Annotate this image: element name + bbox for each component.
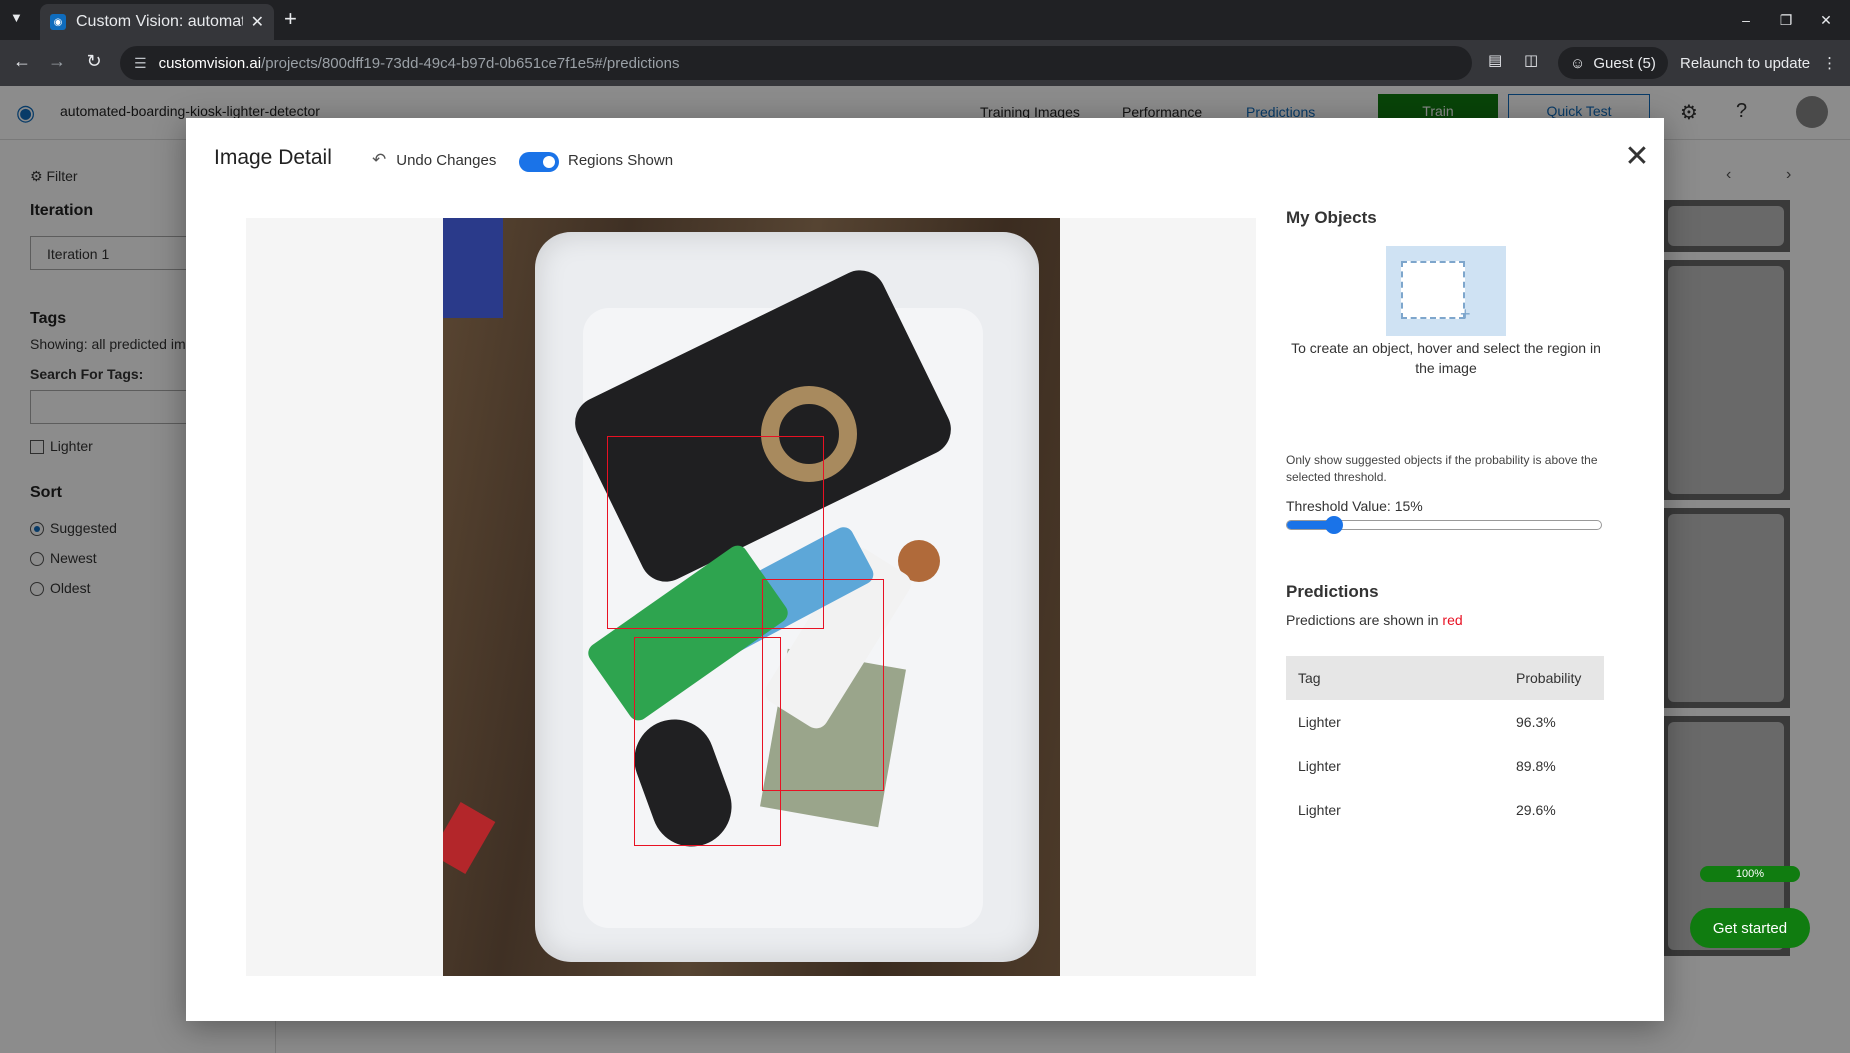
col-header-probability: Probability [1504, 656, 1604, 700]
browser-tab-bar: ▼ ◉ Custom Vision: automat ✕ + – ❐ ✕ [0, 0, 1850, 40]
regions-shown-toggle[interactable] [519, 152, 559, 172]
url-path: /projects/800dff19-73dd-49c4-b97d-0b651c… [261, 54, 680, 72]
tab-title: Custom Vision: automat [76, 13, 243, 30]
predictions-note: Predictions are shown in red [1286, 612, 1463, 628]
relaunch-button[interactable]: Relaunch to update ⋮ [1680, 47, 1837, 79]
predictions-heading: Predictions [1286, 582, 1379, 601]
my-objects-heading: My Objects [1286, 208, 1377, 227]
prediction-tag: Lighter [1298, 802, 1341, 818]
add-icon: + [1460, 304, 1471, 324]
predictions-note-text: Predictions are shown in [1286, 612, 1439, 628]
modal-title: Image Detail [214, 146, 332, 169]
toggle-knob [543, 156, 555, 168]
close-window-icon[interactable]: ✕ [1814, 8, 1838, 32]
forward-icon[interactable]: → [45, 51, 69, 72]
create-object-tile: + [1386, 246, 1506, 336]
table-row[interactable]: Lighter 89.8% [1286, 744, 1604, 788]
favicon-icon: ◉ [50, 14, 66, 30]
predictions-note-color: red [1442, 612, 1463, 628]
close-tab-icon[interactable]: ✕ [251, 12, 264, 32]
table-header-row: Tag Probability [1286, 656, 1604, 700]
details-panel: My Objects + To create an object, hover … [1286, 118, 1626, 1021]
url-field[interactable]: ☰ customvision.ai/projects/800dff19-73dd… [120, 46, 1472, 80]
threshold-slider[interactable] [1286, 516, 1602, 534]
minimize-icon[interactable]: – [1734, 8, 1758, 32]
image-detail-modal: Image Detail ↶ Undo Changes Regions Show… [186, 118, 1664, 1021]
relaunch-label: Relaunch to update [1680, 54, 1811, 72]
threshold-handle[interactable] [1325, 516, 1344, 534]
undo-changes-button[interactable]: ↶ Undo Changes [372, 150, 496, 170]
address-bar: ← → ↻ ☰ customvision.ai/projects/800dff1… [0, 40, 1850, 86]
regions-shown-label: Regions Shown [568, 152, 674, 169]
threshold-label: Threshold Value: 15% [1286, 498, 1423, 514]
threshold-note: Only show suggested objects if the proba… [1286, 453, 1598, 484]
detail-image[interactable] [443, 218, 1060, 976]
my-objects-help: To create an object, hover and select th… [1291, 340, 1601, 376]
upload-progress: 100% [1700, 866, 1800, 882]
get-started-button[interactable]: Get started [1690, 908, 1810, 948]
tab-list-icon[interactable]: ▼ [10, 10, 23, 25]
new-tab-icon[interactable]: + [284, 6, 297, 32]
prediction-probability: 89.8% [1516, 758, 1556, 774]
back-icon[interactable]: ← [10, 51, 34, 72]
side-panel-icon[interactable]: ◫ [1524, 51, 1538, 69]
close-icon[interactable]: ✕ [1622, 142, 1652, 172]
col-header-tag: Tag [1286, 656, 1504, 700]
predictions-table: Tag Probability Lighter 96.3% Lighter 89… [1286, 656, 1604, 832]
profile-icon: ☺ [1570, 54, 1586, 72]
guest-label: Guest (5) [1593, 54, 1656, 72]
prediction-region[interactable] [634, 637, 781, 846]
prediction-probability: 29.6% [1516, 802, 1556, 818]
restore-icon[interactable]: ❐ [1774, 8, 1798, 32]
reload-icon[interactable]: ↻ [82, 51, 106, 72]
prediction-tag: Lighter [1298, 714, 1341, 730]
cast-icon[interactable]: ▤ [1488, 51, 1502, 69]
profile-button[interactable]: ☺ Guest (5) [1558, 47, 1668, 79]
browser-tab[interactable]: ◉ Custom Vision: automat ✕ [40, 4, 274, 40]
undo-icon: ↶ [372, 150, 387, 169]
image-viewer [246, 218, 1256, 976]
site-info-icon[interactable]: ☰ [134, 55, 147, 72]
menu-icon[interactable]: ⋮ [1822, 54, 1837, 72]
url-host: customvision.ai [158, 54, 262, 72]
undo-label: Undo Changes [396, 151, 497, 169]
prediction-probability: 96.3% [1516, 714, 1556, 730]
prediction-tag: Lighter [1298, 758, 1341, 774]
table-row[interactable]: Lighter 96.3% [1286, 700, 1604, 744]
table-row[interactable]: Lighter 29.6% [1286, 788, 1604, 832]
